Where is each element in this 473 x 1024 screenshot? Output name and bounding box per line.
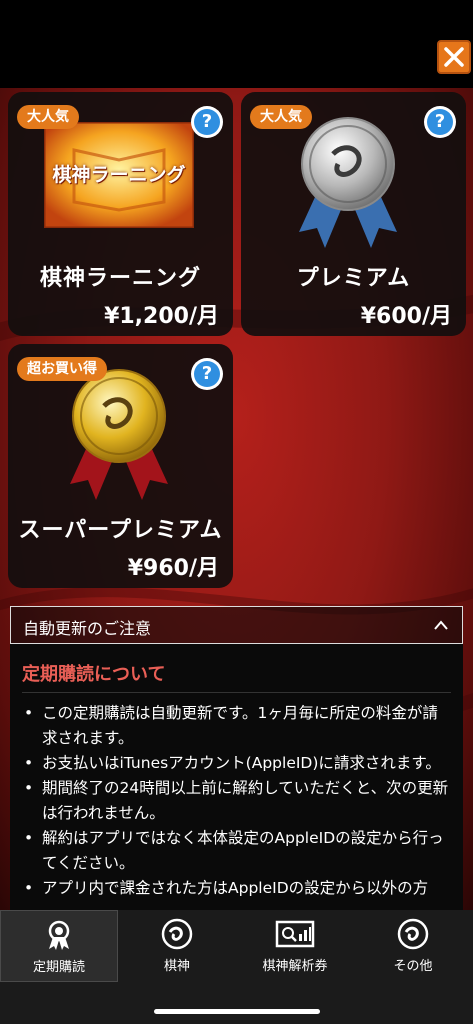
- close-button[interactable]: [437, 40, 471, 74]
- tab-label: 定期購読: [32, 960, 85, 975]
- list-item: この定期購読は自動更新です。1ヶ月毎に所定の料金が請求されます。: [22, 701, 451, 751]
- list-item: 期間終了の24時間以上前に解約していただくと、次の更新は行われません。: [22, 776, 451, 826]
- gold-medal-icon: [64, 366, 174, 502]
- help-icon[interactable]: ?: [191, 106, 223, 138]
- plan-name: スーパープレミアム: [18, 518, 223, 543]
- list-item: お支払いはiTunesアカウント(AppleID)に請求されます。: [22, 751, 451, 776]
- list-item: アプリ内で課金された方はAppleIDの設定から以外の方: [22, 876, 451, 901]
- popular-badge: 大人気: [17, 105, 79, 129]
- tab-subscription[interactable]: 定期購読: [0, 910, 118, 982]
- learning-art-label: 棋神ラーニング: [52, 164, 186, 186]
- best-value-badge: 超お買い得: [17, 357, 107, 381]
- notice-body[interactable]: 定期購読について この定期購読は自動更新です。1ヶ月毎に所定の料金が請求されます…: [10, 644, 463, 910]
- notice-title: 定期購読について: [22, 660, 451, 693]
- notice-header-label: 自動更新のご注意: [23, 619, 152, 638]
- list-item: 解約はアプリではなく本体設定のAppleIDの設定から行ってください。: [22, 826, 451, 876]
- ribbon-icon: [48, 920, 70, 950]
- top-bar: [0, 0, 473, 88]
- tab-bar: 定期購読 棋神 棋神解析券 その他: [0, 910, 473, 1024]
- silver-medal-icon: [293, 114, 403, 254]
- auto-renew-notice-header[interactable]: 自動更新のご注意: [10, 606, 463, 644]
- subscription-content[interactable]: 棋神ラーニング 大人気 ? 棋神ラーニング ¥1,200/月 大人気 ? プレミ…: [0, 88, 473, 910]
- chevron-up-icon: [434, 620, 448, 630]
- tab-label: 棋神: [163, 959, 190, 974]
- plan-price: ¥960/月: [127, 556, 219, 581]
- plan-price: ¥600/月: [360, 304, 452, 329]
- plan-card-super-premium[interactable]: 超お買い得 ? スーパープレミアム ¥960/月: [8, 344, 233, 588]
- tab-other[interactable]: その他: [354, 910, 472, 982]
- home-indicator: [154, 1009, 320, 1014]
- ticket-icon: [275, 920, 315, 948]
- kishin-icon: [397, 918, 429, 950]
- tab-kishin[interactable]: 棋神: [118, 910, 236, 982]
- tab-label: 棋神解析券: [262, 959, 328, 974]
- tab-analysis-ticket[interactable]: 棋神解析券: [236, 910, 354, 982]
- close-icon: [444, 47, 464, 67]
- plan-card-premium[interactable]: 大人気 ? プレミアム ¥600/月: [241, 92, 466, 336]
- notice-list: この定期購読は自動更新です。1ヶ月毎に所定の料金が請求されます。 お支払いはiT…: [22, 701, 451, 901]
- help-icon[interactable]: ?: [424, 106, 456, 138]
- plan-name: 棋神ラーニング: [39, 266, 201, 291]
- plan-card-learning[interactable]: 棋神ラーニング 大人気 ? 棋神ラーニング ¥1,200/月: [8, 92, 233, 336]
- tab-label: その他: [393, 959, 433, 974]
- plan-name: プレミアム: [296, 266, 411, 291]
- plan-price: ¥1,200/月: [104, 304, 219, 329]
- popular-badge: 大人気: [250, 105, 312, 129]
- kishin-icon: [161, 918, 193, 950]
- help-icon[interactable]: ?: [191, 358, 223, 390]
